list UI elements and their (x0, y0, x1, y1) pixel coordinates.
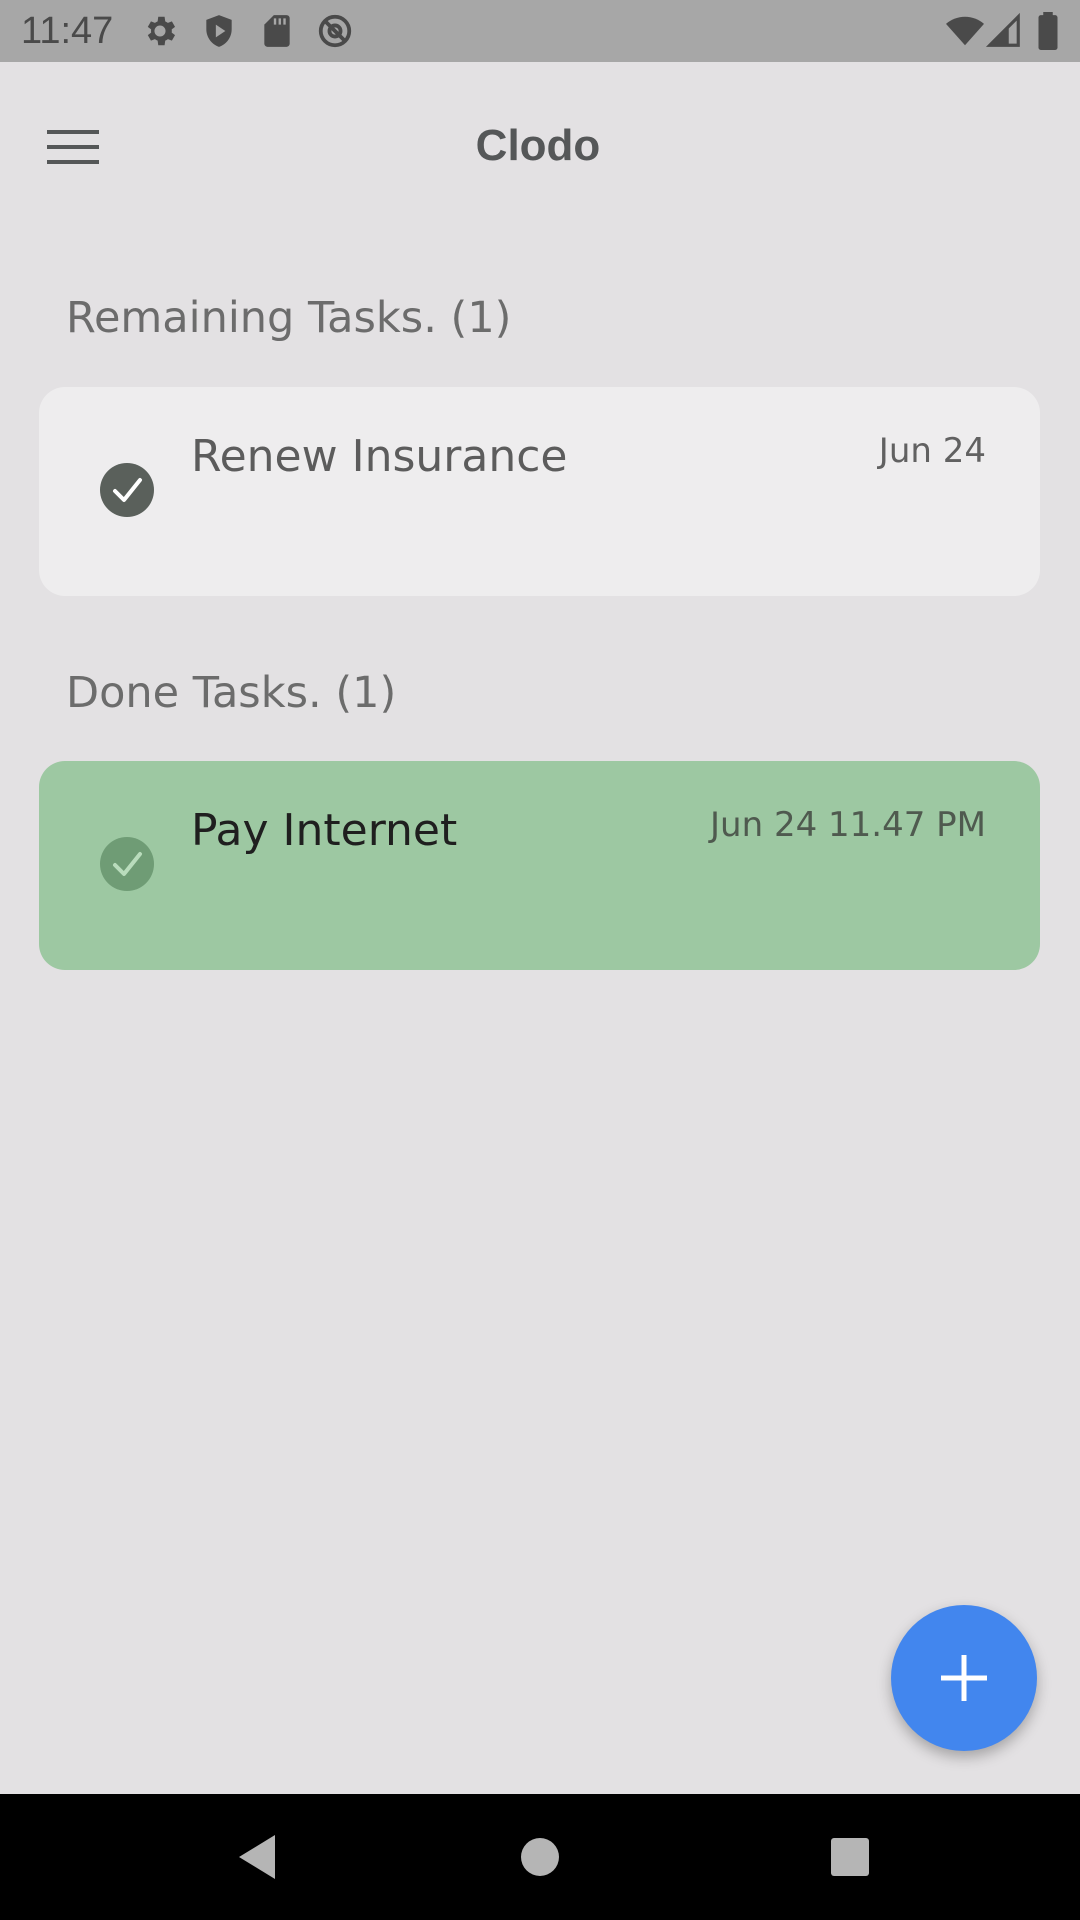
settings-icon (147, 16, 176, 46)
task-date: Jun 24 11.47 PM (710, 805, 986, 845)
task-card-renew-insurance[interactable]: Renew Insurance Jun 24 (39, 387, 1040, 596)
done-tasks-header: Done Tasks. (1) (66, 668, 397, 718)
status-time: 11:47 (21, 10, 114, 52)
back-icon (239, 1835, 275, 1879)
battery-icon (1038, 12, 1058, 50)
at-sign-icon (318, 14, 352, 48)
home-button[interactable] (505, 1822, 575, 1892)
plus-icon (941, 1655, 987, 1701)
home-icon (521, 1838, 559, 1876)
task-title: Renew Insurance (191, 431, 568, 482)
check-circle-icon[interactable] (99, 462, 155, 518)
task-title: Pay Internet (191, 805, 458, 856)
remaining-tasks-header: Remaining Tasks. (1) (66, 293, 512, 343)
shield-icon (206, 15, 232, 47)
recents-icon (831, 1838, 869, 1876)
status-bar: 11:47 (0, 0, 1080, 62)
add-task-button[interactable] (891, 1605, 1037, 1751)
check-circle-icon[interactable] (99, 836, 155, 892)
wifi-icon (946, 16, 984, 46)
task-card-pay-internet[interactable]: Pay Internet Jun 24 11.47 PM (39, 761, 1040, 970)
back-button[interactable] (222, 1822, 292, 1892)
app-title: Clodo (475, 121, 601, 170)
signal-icon (985, 12, 1020, 47)
sd-card-icon (264, 15, 290, 47)
recents-button[interactable] (815, 1822, 885, 1892)
navigation-bar (0, 1794, 1080, 1920)
task-date: Jun 24 (878, 431, 986, 471)
